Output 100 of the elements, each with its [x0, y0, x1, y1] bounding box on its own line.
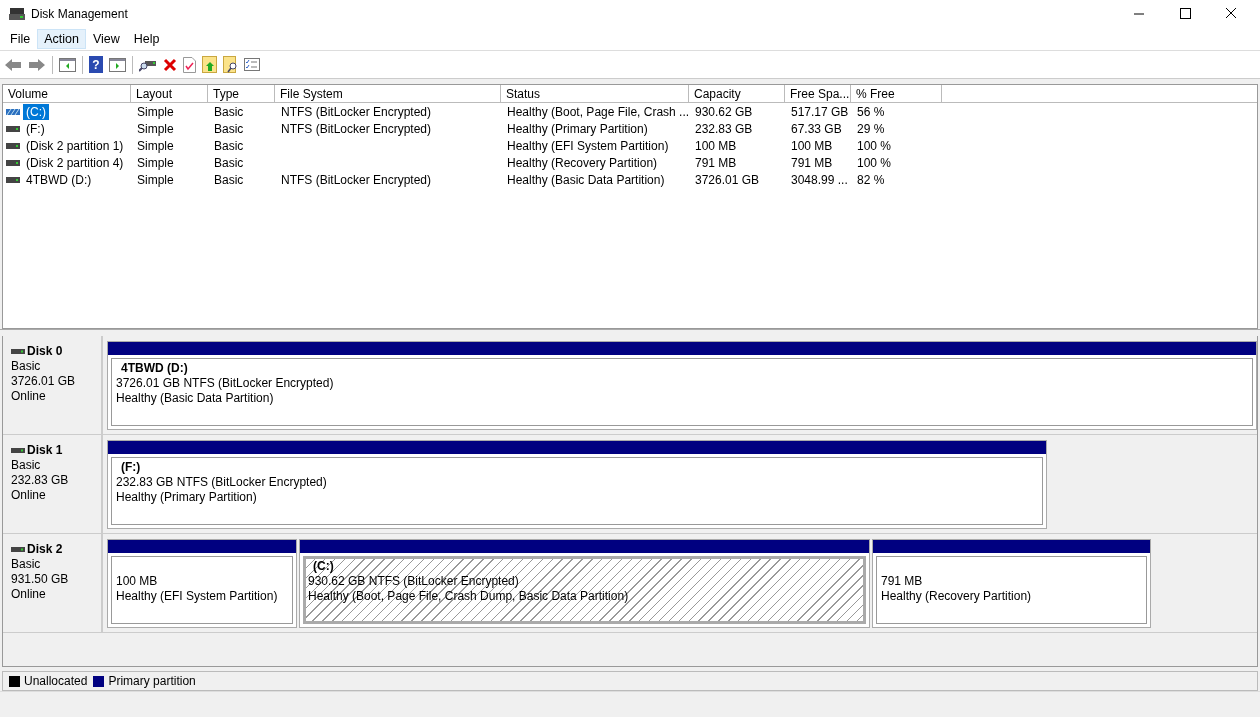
partition-title: (C:)	[312, 559, 335, 574]
partition-size: 100 MB	[116, 574, 159, 589]
disk-size: 931.50 GB	[11, 572, 70, 587]
table-cell: Simple	[137, 104, 174, 119]
disk-status: Online	[11, 389, 47, 404]
table-cell: Simple	[137, 155, 174, 170]
table-cell: NTFS (BitLocker Encrypted)	[281, 172, 432, 187]
partition-size: 930.62 GB NTFS (BitLocker Encrypted)	[308, 574, 520, 589]
panel-icon[interactable]	[109, 57, 126, 72]
column-header[interactable]: Status	[501, 85, 689, 103]
table-cell: 3726.01 GB	[695, 172, 760, 187]
drive-icon	[6, 125, 20, 132]
panel-icon[interactable]	[59, 57, 76, 72]
delete-icon[interactable]	[163, 57, 177, 72]
striped-drive-icon	[6, 108, 20, 115]
partition-status: Healthy (Primary Partition)	[116, 490, 258, 505]
table-cell: Healthy (EFI System Partition)	[507, 138, 669, 153]
partition-size: 3726.01 GB NTFS (BitLocker Encrypted)	[116, 376, 335, 391]
partition-status: Healthy (Recovery Partition)	[881, 589, 1033, 604]
table-cell: 930.62 GB	[695, 104, 753, 119]
disk-type: Basic	[11, 458, 42, 473]
column-header[interactable]: Type	[208, 85, 275, 103]
back-arrow-icon[interactable]	[4, 57, 22, 72]
disk-name: Disk 1	[27, 443, 63, 458]
table-cell: Basic	[214, 104, 244, 119]
table-cell: Simple	[137, 172, 174, 187]
table-cell: Healthy (Recovery Partition)	[507, 155, 658, 170]
window-title: Disk Management	[31, 7, 129, 21]
disk-info-panel[interactable]: Disk 1 Basic 232.83 GB Online	[3, 435, 103, 533]
menu-item[interactable]: View	[85, 29, 127, 49]
partition-block[interactable]: (C:) 930.62 GB NTFS (BitLocker Encrypted) Healthy (Boot, Page File, Crash Dump, Basic Data Partition)	[299, 539, 870, 628]
checklist-icon[interactable]	[244, 58, 260, 71]
menu-item[interactable]: Action	[37, 29, 86, 49]
menu-item[interactable]: Help	[126, 29, 167, 49]
legend-label: Primary partition	[108, 674, 196, 688]
disk-type: Basic	[11, 557, 42, 572]
disk-type: Basic	[11, 359, 42, 374]
table-cell[interactable]: (F:)	[23, 120, 48, 137]
menu-item[interactable]: File	[3, 29, 38, 49]
disk-name: Disk 0	[27, 344, 63, 359]
partition-block[interactable]: 791 MB Healthy (Recovery Partition)	[872, 539, 1151, 628]
table-cell: 56 %	[857, 104, 885, 119]
partition-status: Healthy (EFI System Partition)	[116, 589, 279, 604]
table-cell[interactable]: (C:)	[23, 103, 49, 120]
disk-info-panel[interactable]: Disk 0 Basic 3726.01 GB Online	[3, 336, 103, 434]
table-cell: 100 MB	[791, 138, 833, 153]
table-cell: 100 MB	[695, 138, 737, 153]
partition-status: Healthy (Boot, Page File, Crash Dump, Basic Data Partition)	[308, 589, 630, 604]
table-cell: 100 %	[857, 138, 892, 153]
legend-label: Unallocated	[24, 674, 88, 688]
column-header[interactable]: Layout	[131, 85, 208, 103]
checked-document-icon[interactable]	[183, 56, 196, 73]
table-cell: Basic	[214, 172, 244, 187]
disk-status: Online	[11, 488, 47, 503]
disk-name: Disk 2	[27, 542, 63, 557]
drive-icon	[11, 448, 25, 453]
disk-drive-icon	[9, 7, 25, 21]
column-header[interactable]: File System	[275, 85, 501, 103]
table-cell: Healthy (Boot, Page File, Crash ...	[507, 104, 690, 119]
column-header[interactable]: Free Spa...	[785, 85, 851, 103]
disk-info-panel[interactable]: Disk 2 Basic 931.50 GB Online	[3, 534, 103, 632]
drive-icon	[6, 142, 20, 149]
partition-size: 791 MB	[881, 574, 924, 589]
table-cell: Healthy (Primary Partition)	[507, 121, 648, 136]
table-cell: Basic	[214, 121, 244, 136]
table-cell: 517.17 GB	[791, 104, 849, 119]
drive-icon	[11, 547, 25, 552]
table-cell: 67.33 GB	[791, 121, 842, 136]
column-header[interactable]: % Free	[851, 85, 942, 103]
table-cell[interactable]: (Disk 2 partition 4)	[23, 154, 127, 171]
table-cell: 791 MB	[791, 155, 833, 170]
table-cell: 29 %	[857, 121, 885, 136]
table-cell: NTFS (BitLocker Encrypted)	[281, 121, 432, 136]
partition-block[interactable]: (F:) 232.83 GB NTFS (BitLocker Encrypted) Healthy (Primary Partition)	[107, 440, 1047, 529]
disk-size: 3726.01 GB	[11, 374, 77, 389]
table-cell: NTFS (BitLocker Encrypted)	[281, 104, 432, 119]
partition-block[interactable]: 4TBWD (D:) 3726.01 GB NTFS (BitLocker Encrypted) Healthy (Basic Data Partition)	[107, 341, 1257, 430]
partition-title: 4TBWD (D:)	[120, 361, 189, 376]
partition-block[interactable]: 100 MB Healthy (EFI System Partition)	[107, 539, 297, 628]
drive-icon	[11, 349, 25, 354]
table-cell: 100 %	[857, 155, 892, 170]
table-cell[interactable]: (Disk 2 partition 1)	[23, 137, 127, 154]
forward-arrow-icon[interactable]	[28, 57, 46, 72]
table-cell: Simple	[137, 138, 174, 153]
partition-size: 232.83 GB NTFS (BitLocker Encrypted)	[116, 475, 328, 490]
column-header[interactable]: Capacity	[689, 85, 785, 103]
table-cell: Basic	[214, 138, 244, 153]
drive-icon	[6, 159, 20, 166]
disk-status: Online	[11, 587, 47, 602]
help-icon[interactable]: ?	[89, 56, 103, 73]
partition-title: (F:)	[120, 460, 142, 475]
table-cell: Simple	[137, 121, 174, 136]
table-cell: 82 %	[857, 172, 885, 187]
folder-search-icon[interactable]	[223, 56, 238, 73]
table-cell: Healthy (Basic Data Partition)	[507, 172, 665, 187]
disk-size: 232.83 GB	[11, 473, 70, 488]
table-cell[interactable]: 4TBWD (D:)	[23, 171, 95, 188]
column-header[interactable]: Volume	[3, 85, 131, 103]
partition-status: Healthy (Basic Data Partition)	[116, 391, 275, 406]
table-cell: Basic	[214, 155, 244, 170]
